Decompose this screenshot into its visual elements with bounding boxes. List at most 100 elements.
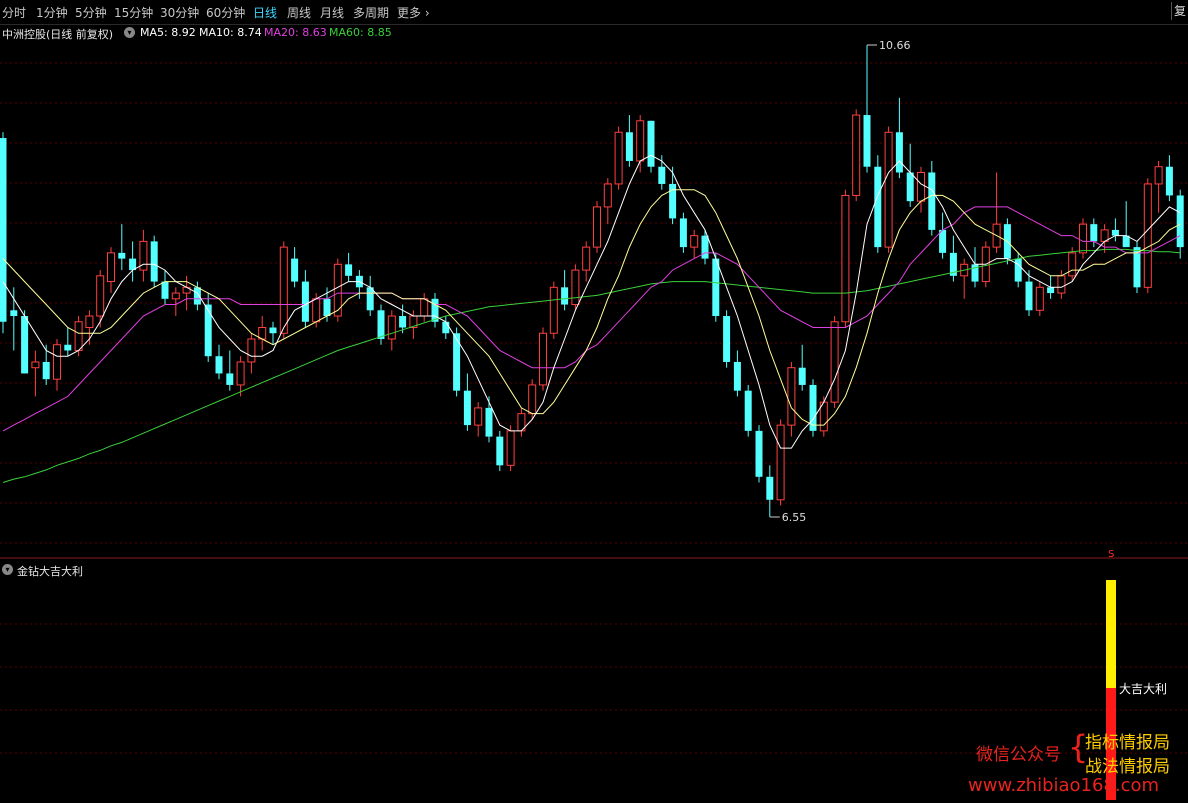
candle-body [701,235,709,259]
candle-body [852,114,861,196]
watermark-url: www.zhibiao168.com [968,775,1160,796]
candle-body [1079,223,1087,254]
candle-body [1090,224,1098,242]
candle-body [874,166,882,248]
candle-body [647,120,655,167]
low-label: 6.55 [782,511,807,524]
candle-body [1176,195,1184,248]
candle-body [0,138,7,322]
candle-body [528,384,537,415]
candle-body [625,132,633,161]
candle-body [377,310,385,339]
candle-body [669,183,677,219]
candle-body [312,298,321,323]
candle-body [345,264,353,276]
candle-body [42,361,50,380]
price-annotations: 10.66 6.55 [769,39,911,524]
candle-body [539,332,547,386]
candle-body [787,367,796,426]
candle-body [171,292,180,300]
candle-body [928,172,936,230]
candle-body [895,132,903,173]
candle-body [1143,183,1152,288]
candle-body [1057,275,1066,294]
candle-body [1035,286,1044,311]
ma60-line [2,248,1181,483]
candle-body [841,194,850,323]
candle-body [366,287,374,311]
candle-body [1165,166,1173,196]
candle-body [96,275,105,317]
candle-body [614,131,623,185]
candle-body [53,344,61,380]
candle-body [301,281,309,322]
candle-body [679,218,687,248]
candle-body [161,281,169,299]
candle-body [193,287,201,305]
candle-body [863,115,871,167]
candle-body [420,298,429,317]
candle-body [150,241,158,282]
kline-chart[interactable]: 10.66 6.55 S 大吉大利 [0,0,1188,803]
signal-bar-top [1106,580,1116,688]
candle-body [830,321,839,403]
candle-body [118,252,126,259]
candle-body [798,367,806,385]
candle-body [74,321,83,351]
candle-body [549,286,558,334]
high-label: 10.66 [879,39,911,52]
candle-body [939,229,947,253]
candle-body [279,246,288,334]
candle-body [64,344,72,351]
candle-body [496,436,504,466]
candle-body [269,327,277,334]
candle-body [603,183,612,208]
candle-body [636,120,645,162]
candle-body [474,407,483,426]
candle-body [204,304,212,357]
grid-lines [0,62,1188,754]
candle-body [485,407,493,437]
ma10-line [2,189,1181,426]
candle-body [107,252,115,283]
candle-body [733,361,741,391]
ma20-line [2,206,1181,432]
candle-body [291,258,299,282]
watermark-wechat: 微信公众号 [976,745,1061,765]
ma-lines [2,154,1181,483]
candle-body [744,390,752,431]
candle-body [690,235,699,248]
ma5-line [2,154,1181,449]
candle-body [453,333,461,391]
candle-body [226,373,234,385]
candle-body [766,476,774,500]
candle-body [10,310,18,317]
candle-body [917,171,925,202]
candle-body [1025,281,1033,311]
candle-body [506,430,515,466]
candle-body [571,269,580,306]
candle-body [323,298,331,317]
candle-body [723,316,731,362]
candle-body [399,316,407,328]
candle-body [561,287,569,305]
signal-label: 大吉大利 [1119,682,1167,696]
candle-body [776,424,785,501]
candle-body [85,315,94,329]
candle-body [906,172,914,202]
candle-body [1111,229,1119,236]
candle-body [712,258,720,317]
candle-body [755,430,763,477]
candles [0,45,1184,517]
candle-body [582,246,591,271]
candle-body [247,338,256,363]
candle-body [442,321,450,334]
candle-body [21,316,29,374]
candle-body [1068,252,1077,277]
candle-body [1154,166,1163,185]
candle-body [236,361,245,386]
candle-body [884,131,893,248]
candle-body [593,206,601,248]
watermark-brand-bottom: 战法情报局 [1085,757,1170,777]
candle-body [658,166,666,184]
